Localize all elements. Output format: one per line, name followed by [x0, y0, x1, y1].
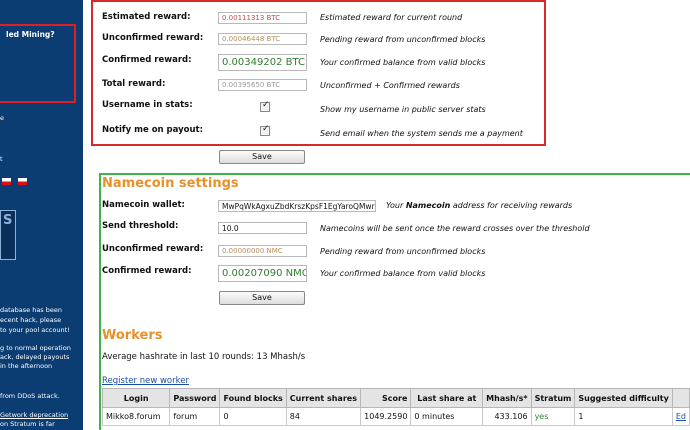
- namecoin-wallet-label: Namecoin wallet:: [102, 200, 185, 210]
- sidebar: led Mining? e t S database has been ecen…: [0, 0, 83, 430]
- sidebar-link[interactable]: ack, delayed payouts: [0, 353, 69, 361]
- worker-edit-link[interactable]: Ed: [671, 407, 690, 426]
- sidebar-box-title: led Mining?: [6, 30, 55, 39]
- username-in-stats-desc: Show my username in public server stats: [320, 105, 486, 114]
- namecoin-confirmed-label: Confirmed reward:: [102, 266, 192, 276]
- namecoin-unconfirmed-label: Unconfirmed reward:: [102, 244, 204, 254]
- worker-last-share: 0 minutes: [410, 407, 484, 426]
- sidebar-text: e: [0, 114, 4, 122]
- sidebar-text: on Stratum is far: [0, 420, 55, 428]
- workers-title: Workers: [102, 328, 163, 343]
- register-worker-link[interactable]: Register new worker: [102, 376, 189, 386]
- sidebar-text: t: [0, 155, 3, 163]
- namecoin-wallet-desc-pre: Your: [386, 201, 406, 210]
- badge-letter: S: [3, 213, 13, 228]
- notify-on-payout-checkbox[interactable]: [260, 124, 270, 136]
- total-reward-field: 0.00395650 BTC: [218, 79, 307, 91]
- confirmed-reward-label: Confirmed reward:: [102, 55, 192, 65]
- namecoin-save-button[interactable]: Save: [219, 291, 305, 305]
- sidebar-text: g to normal operation: [0, 344, 71, 352]
- column-header-login: Login: [101, 388, 171, 408]
- sidebar-highlight-box: led Mining?: [0, 24, 76, 103]
- worker-login: Mikko8.forum: [101, 407, 171, 426]
- sidebar-text: to your pool account!: [0, 326, 70, 334]
- total-reward-label: Total reward:: [102, 79, 166, 89]
- namecoin-confirmed-desc: Your confirmed balance from valid blocks: [320, 269, 486, 278]
- table-header-row: Login Password Found blocks Current shar…: [101, 388, 690, 408]
- sidebar-link[interactable]: Getwork deprecation: [0, 411, 68, 419]
- worker-suggested-difficulty: 1: [574, 407, 673, 426]
- unconfirmed-reward-label: Unconfirmed reward:: [102, 33, 204, 43]
- language-flags[interactable]: [2, 178, 32, 188]
- username-in-stats-label: Username in stats:: [102, 100, 193, 110]
- unconfirmed-reward-desc: Pending reward from unconfirmed blocks: [320, 35, 486, 44]
- worker-found-blocks: 0: [219, 407, 287, 426]
- worker-score: 1049.2590: [359, 407, 412, 426]
- main-content: Estimated reward: 0.00111313 BTC Estimat…: [83, 0, 690, 430]
- column-header-mhash: Mhash/s*: [482, 388, 532, 408]
- namecoin-settings-title: Namecoin settings: [102, 176, 239, 191]
- worker-mhash: 433.106: [482, 407, 532, 426]
- estimated-reward-label: Estimated reward:: [102, 12, 191, 22]
- notify-on-payout-desc: Send email when the system sends me a pa…: [320, 129, 523, 138]
- unconfirmed-reward-field: 0.00046448 BTC: [218, 33, 307, 45]
- workers-table: Login Password Found blocks Current shar…: [101, 388, 690, 426]
- worker-password: forum: [169, 407, 221, 426]
- confirmed-reward-field: 0.00349202 BTC: [218, 54, 307, 71]
- worker-current-shares: 84: [285, 407, 361, 426]
- column-header-found-blocks: Found blocks: [219, 388, 287, 408]
- column-header-score: Score: [359, 388, 412, 408]
- column-header-last-share: Last share at: [410, 388, 484, 408]
- worker-stratum: yes: [530, 407, 576, 426]
- namecoin-wallet-desc-post: address for receiving rewards: [450, 201, 573, 210]
- namecoin-wallet-desc: Your Namecoin address for receiving rewa…: [386, 201, 572, 210]
- total-reward-desc: Unconfirmed + Confirmed rewards: [320, 81, 460, 90]
- sidebar-text: from DDoS attack.: [0, 392, 60, 400]
- average-hashrate-text: Average hashrate in last 10 rounds: 13 M…: [102, 352, 306, 362]
- sidebar-text: in the afternoon: [0, 362, 53, 370]
- sidebar-text: ecent hack, please: [0, 316, 62, 324]
- confirmed-reward-desc: Your confirmed balance from valid blocks: [320, 58, 486, 67]
- namecoin-confirmed-field: 0.00207090 NMC: [218, 265, 307, 282]
- send-threshold-desc: Namecoins will be sent once the reward c…: [320, 224, 590, 233]
- flag-icon[interactable]: [2, 178, 11, 185]
- column-header-current-shares: Current shares: [285, 388, 361, 408]
- namecoin-unconfirmed-desc: Pending reward from unconfirmed blocks: [320, 247, 486, 256]
- sidebar-text: database has been: [0, 306, 63, 314]
- send-threshold-input[interactable]: 10.0: [218, 222, 307, 234]
- column-header-password: Password: [169, 388, 221, 408]
- username-in-stats-checkbox[interactable]: [260, 100, 270, 112]
- send-threshold-label: Send threshold:: [102, 221, 179, 231]
- column-header-actions: [671, 388, 690, 408]
- badge-logo: S: [0, 210, 16, 260]
- namecoin-unconfirmed-field: 0.00000000 NMC: [218, 245, 307, 257]
- estimated-reward-field: 0.00111313 BTC: [218, 12, 307, 24]
- estimated-reward-desc: Estimated reward for current round: [320, 13, 463, 22]
- namecoin-wallet-input[interactable]: MwPqWkAgxuZbdKrszKpsF1EgYaroQMwr: [218, 200, 376, 212]
- flag-icon[interactable]: [18, 178, 27, 185]
- column-header-stratum: Stratum: [530, 388, 576, 408]
- namecoin-wallet-desc-bold: Namecoin: [405, 201, 451, 210]
- table-row: Mikko8.forum forum 0 84 1049.2590 0 minu…: [101, 407, 690, 426]
- notify-on-payout-label: Notify me on payout:: [102, 125, 204, 135]
- column-header-suggested-difficulty: Suggested difficulty: [574, 388, 673, 408]
- bitcoin-save-button[interactable]: Save: [219, 150, 305, 164]
